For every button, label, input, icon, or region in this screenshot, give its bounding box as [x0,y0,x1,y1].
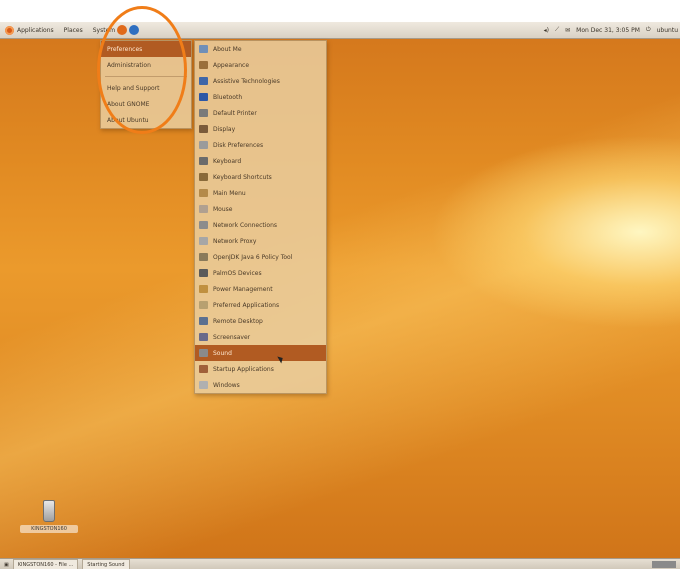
task-label: Starting Sound [87,561,125,568]
menu-item-label: Power Management [213,285,273,293]
menu-item-label: Keyboard [213,157,242,165]
preferences-item-keyboard-shortcuts[interactable]: Keyboard Shortcuts [195,169,326,185]
windows-icon [199,381,208,389]
network-icon[interactable]: ⟋ [555,26,559,34]
preferences-item-main-menu[interactable]: Main Menu [195,185,326,201]
preferences-item-keyboard[interactable]: Keyboard [195,153,326,169]
menu-item-label: Display [213,125,236,133]
menu-item-label: Network Connections [213,221,278,229]
preferences-item-startup-applications[interactable]: Startup Applications [195,361,326,377]
applications-menu-label: Applications [17,26,54,34]
menu-item-label: Assistive Technologies [213,77,280,85]
preferences-item-assistive-technologies[interactable]: Assistive Technologies [195,73,326,89]
preferences-submenu: About Me Appearance Assistive Technologies… [194,40,327,394]
bottom-panel: ▣ KINGSTON160 - File ... Starting Sound [0,558,680,569]
preferences-item-appearance[interactable]: Appearance [195,57,326,73]
network-connections-icon [199,221,208,229]
clock[interactable]: Mon Dec 31, 3:05 PM [576,27,640,34]
usb-drive-icon [43,500,55,522]
taskbar-file-browser[interactable]: KINGSTON160 - File ... [12,559,79,569]
menu-item-label: Appearance [213,61,250,69]
menu-item-label: PalmOS Devices [213,269,262,277]
menu-item-label: Keyboard Shortcuts [213,173,272,181]
ubuntu-logo-icon [5,25,14,35]
show-desktop-icon[interactable]: ▣ [4,562,9,568]
task-label: KINGSTON160 - File ... [17,561,74,568]
preferences-item-display[interactable]: Display [195,121,326,137]
preferences-item-disk-preferences[interactable]: Disk Preferences [195,137,326,153]
volume-icon[interactable]: ◂) [544,27,549,34]
menu-item-label: Preferred Applications [213,301,280,309]
places-menu[interactable]: Places [59,22,88,38]
menu-item-label: Remote Desktop [213,317,263,325]
highlight-circle [97,6,187,134]
usb-drive-label: KINGSTON160 [20,525,78,533]
top-panel: Applications Places System ◂) ⟋ ✉ Mon De… [0,22,680,39]
power-icon[interactable]: ⏻ [646,26,651,34]
preferences-item-power-management[interactable]: Power Management [195,281,326,297]
about-me-icon [199,45,208,53]
mail-icon[interactable]: ✉ [565,27,570,34]
default-printer-icon [199,109,208,117]
network-proxy-icon [199,237,208,245]
menu-item-label: Sound [213,349,232,357]
preferences-item-about-me[interactable]: About Me [195,41,326,57]
menu-item-label: Main Menu [213,189,246,197]
preferences-item-default-printer[interactable]: Default Printer [195,105,326,121]
preferences-item-remote-desktop[interactable]: Remote Desktop [195,313,326,329]
keyboard-shortcuts-icon [199,173,208,181]
preferences-item-mouse[interactable]: Mouse [195,201,326,217]
assistive-technologies-icon [199,77,208,85]
menu-item-label: OpenJDK Java 6 Policy Tool [213,253,293,261]
bluetooth-icon [199,93,208,101]
preferences-item-preferred-applications[interactable]: Preferred Applications [195,297,326,313]
places-menu-label: Places [63,26,83,34]
remote-desktop-icon [199,317,208,325]
workspace-switcher[interactable] [652,561,676,568]
preferences-item-windows[interactable]: Windows [195,377,326,393]
keyboard-icon [199,157,208,165]
menu-item-label: Windows [213,381,240,389]
menu-item-label: Screensaver [213,333,251,341]
applications-menu[interactable]: Applications [0,22,59,38]
menu-item-label: Network Proxy [213,237,257,245]
menu-item-label: Disk Preferences [213,141,264,149]
display-icon [199,125,208,133]
appearance-icon [199,61,208,69]
power-management-icon [199,285,208,293]
preferences-item-sound[interactable]: Sound [195,345,326,361]
screen: Applications Places System ◂) ⟋ ✉ Mon De… [0,22,680,569]
startup-applications-icon [199,365,208,373]
mouse-icon [199,205,208,213]
menu-item-label: Startup Applications [213,365,274,373]
user-name[interactable]: ubuntu [657,27,678,34]
palmos-devices-icon [199,269,208,277]
sound-icon [199,349,208,357]
taskbar-starting-sound[interactable]: Starting Sound [82,559,130,569]
main-menu-icon [199,189,208,197]
system-tray: ◂) ⟋ ✉ Mon Dec 31, 3:05 PM ⏻ ubuntu [544,22,678,38]
preferences-item-screensaver[interactable]: Screensaver [195,329,326,345]
menu-item-label: Default Printer [213,109,257,117]
screensaver-icon [199,333,208,341]
preferences-item-network-proxy[interactable]: Network Proxy [195,233,326,249]
preferences-item-network-connections[interactable]: Network Connections [195,217,326,233]
menu-item-label: Mouse [213,205,233,213]
usb-drive-desktop-icon[interactable]: KINGSTON160 [20,500,78,533]
menu-item-label: Bluetooth [213,93,243,101]
preferences-item-palmos-devices[interactable]: PalmOS Devices [195,265,326,281]
openjdk-java-6-policy-tool-icon [199,253,208,261]
disk-preferences-icon [199,141,208,149]
menu-item-label: About Me [213,45,242,53]
preferences-item-bluetooth[interactable]: Bluetooth [195,89,326,105]
preferred-applications-icon [199,301,208,309]
preferences-item-openjdk-java-6-policy-tool[interactable]: OpenJDK Java 6 Policy Tool [195,249,326,265]
